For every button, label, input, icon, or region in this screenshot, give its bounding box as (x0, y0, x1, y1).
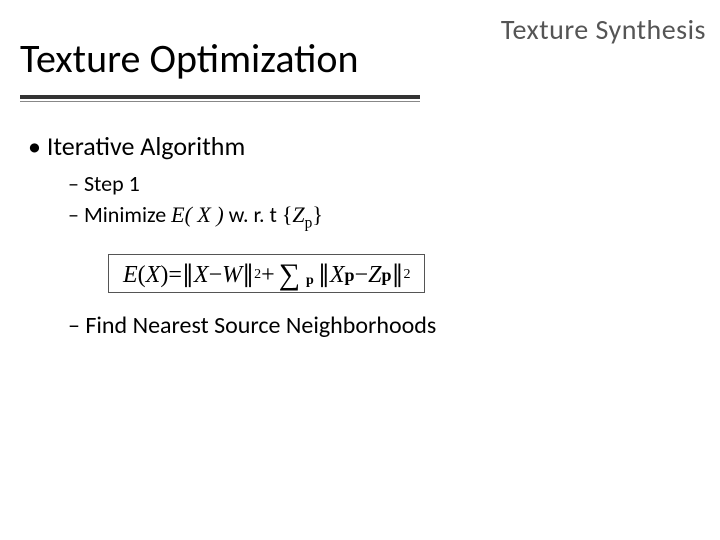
eq-X: X (146, 263, 161, 287)
eq-norm-open1: ∥ (182, 263, 194, 287)
set-var: Z (292, 202, 304, 227)
eq-open: ( (138, 263, 146, 287)
eq-norm-close1: ∥ (242, 263, 254, 287)
eq-norm-close2: ∥ (391, 263, 403, 287)
eq-close: ) (160, 263, 168, 287)
minimize-expr: E( X ) (171, 202, 224, 227)
title-block: Texture Optimization (20, 34, 420, 102)
sigma-icon: ∑ (279, 258, 300, 291)
eq-Xp-sub: p (345, 266, 355, 284)
eq-Xp-X: X (330, 263, 345, 287)
eq-norm-open2: ∥ (318, 263, 330, 287)
eq-Zp-Z: Z (368, 263, 381, 287)
topic-label: Texture Synthesis (501, 12, 706, 47)
sigma-sub: p (306, 273, 314, 288)
content-area: Iterative Algorithm Step 1 Minimize E( X… (28, 130, 692, 344)
eq-plus: + (261, 263, 275, 287)
equation: E ( X ) = ∥ X − W ∥ 2 + ∑ p ∥ X p − Z p … (123, 263, 410, 287)
minimize-prefix: Minimize (84, 201, 171, 228)
minimize-wrt: w. r. t (224, 201, 282, 228)
set-close: } (312, 202, 323, 227)
eq-sq1: 2 (254, 268, 261, 282)
eq-minus1: − (209, 263, 223, 287)
page-title: Texture Optimization (20, 34, 420, 91)
step-1-label: Step 1 (68, 170, 692, 197)
eq-minus2: − (355, 263, 369, 287)
bullet-iterative-algorithm: Iterative Algorithm (28, 130, 692, 162)
eq-W: W (222, 263, 242, 287)
eq-sq2: 2 (403, 268, 410, 282)
minimize-line: Minimize E( X ) w. r. t {Zp} (68, 201, 692, 232)
eq-equals: = (168, 263, 182, 287)
find-nearest-line: Find Nearest Source Neighborhoods (68, 311, 692, 340)
equation-box: E ( X ) = ∥ X − W ∥ 2 + ∑ p ∥ X p − Z p … (108, 254, 425, 292)
eq-X1: X (194, 263, 209, 287)
sigma-block: ∑ p (279, 263, 314, 287)
set-open: { (282, 202, 293, 227)
title-underline (20, 95, 420, 102)
eq-E: E (123, 263, 138, 287)
eq-Zp-sub: p (381, 266, 391, 284)
